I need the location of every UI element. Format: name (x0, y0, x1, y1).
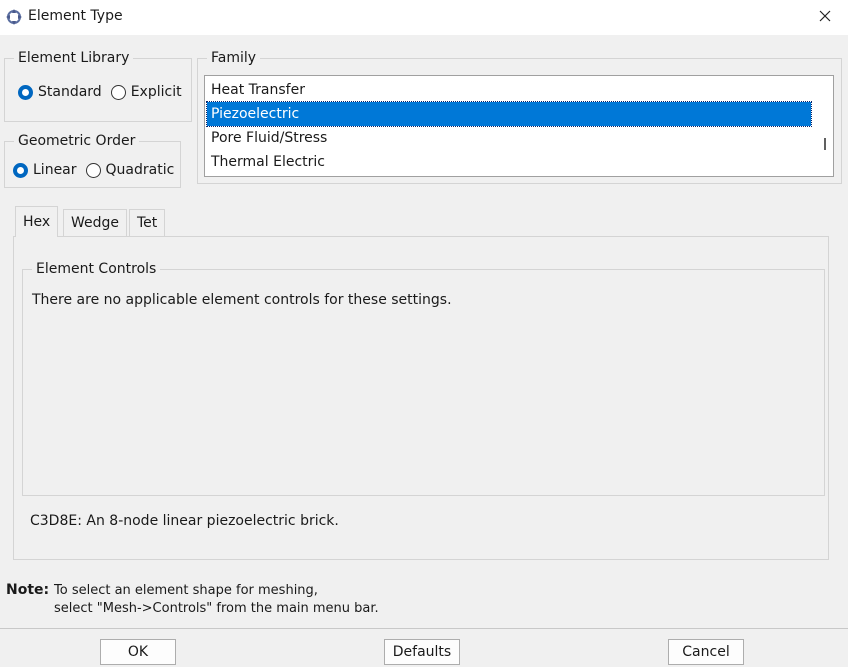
close-icon (819, 10, 831, 26)
element-controls-group: Element Controls There are no applicable… (22, 260, 825, 496)
footer-separator (0, 628, 848, 629)
crosshair-app-icon (5, 8, 23, 26)
explicit-radio[interactable] (110, 84, 126, 100)
family-legend: Family (207, 49, 261, 67)
note-line-1: To select an element shape for meshing, (54, 583, 318, 598)
quadratic-radio[interactable] (85, 162, 101, 178)
linear-label[interactable]: Linear (33, 162, 77, 178)
family-item-thermal-electric[interactable]: Thermal Electric (207, 150, 811, 174)
geometric-order-group: Geometric Order Linear Quadratic (4, 132, 181, 188)
tab-wedge[interactable]: Wedge (63, 209, 128, 236)
element-controls-message: There are no applicable element controls… (32, 292, 452, 308)
close-button[interactable] (802, 0, 848, 35)
family-listbox[interactable]: Heat Transfer Piezoelectric Pore Fluid/S… (204, 75, 834, 177)
quadratic-label[interactable]: Quadratic (106, 162, 175, 178)
cancel-button[interactable]: Cancel (668, 639, 744, 665)
family-item-piezoelectric[interactable]: Piezoelectric (206, 101, 812, 127)
element-controls-legend: Element Controls (32, 260, 161, 278)
geometric-order-legend: Geometric Order (14, 132, 140, 150)
element-library-group: Element Library Standard Explicit (4, 49, 192, 122)
element-library-legend: Element Library (14, 49, 134, 67)
tab-hex[interactable]: Hex (15, 206, 59, 237)
window-title: Element Type (28, 8, 123, 24)
title-bar: Element Type (0, 0, 848, 35)
family-item-heat-transfer[interactable]: Heat Transfer (207, 78, 811, 102)
linear-radio[interactable] (13, 162, 28, 178)
explicit-label[interactable]: Explicit (131, 84, 182, 100)
family-scrollbar-thumb[interactable] (824, 138, 826, 150)
standard-radio[interactable] (18, 84, 33, 100)
element-description: C3D8E: An 8-node linear piezoelectric br… (30, 513, 339, 529)
family-item-pore-fluid-stress[interactable]: Pore Fluid/Stress (207, 126, 811, 150)
standard-label[interactable]: Standard (38, 84, 102, 100)
tab-tet[interactable]: Tet (129, 209, 166, 236)
note-label: Note: (6, 582, 50, 598)
defaults-button[interactable]: Defaults (384, 639, 460, 665)
ok-button[interactable]: OK (100, 639, 176, 665)
note-line-2: select "Mesh->Controls" from the main me… (54, 601, 379, 616)
tab-panel-hex: Element Controls There are no applicable… (13, 236, 829, 560)
